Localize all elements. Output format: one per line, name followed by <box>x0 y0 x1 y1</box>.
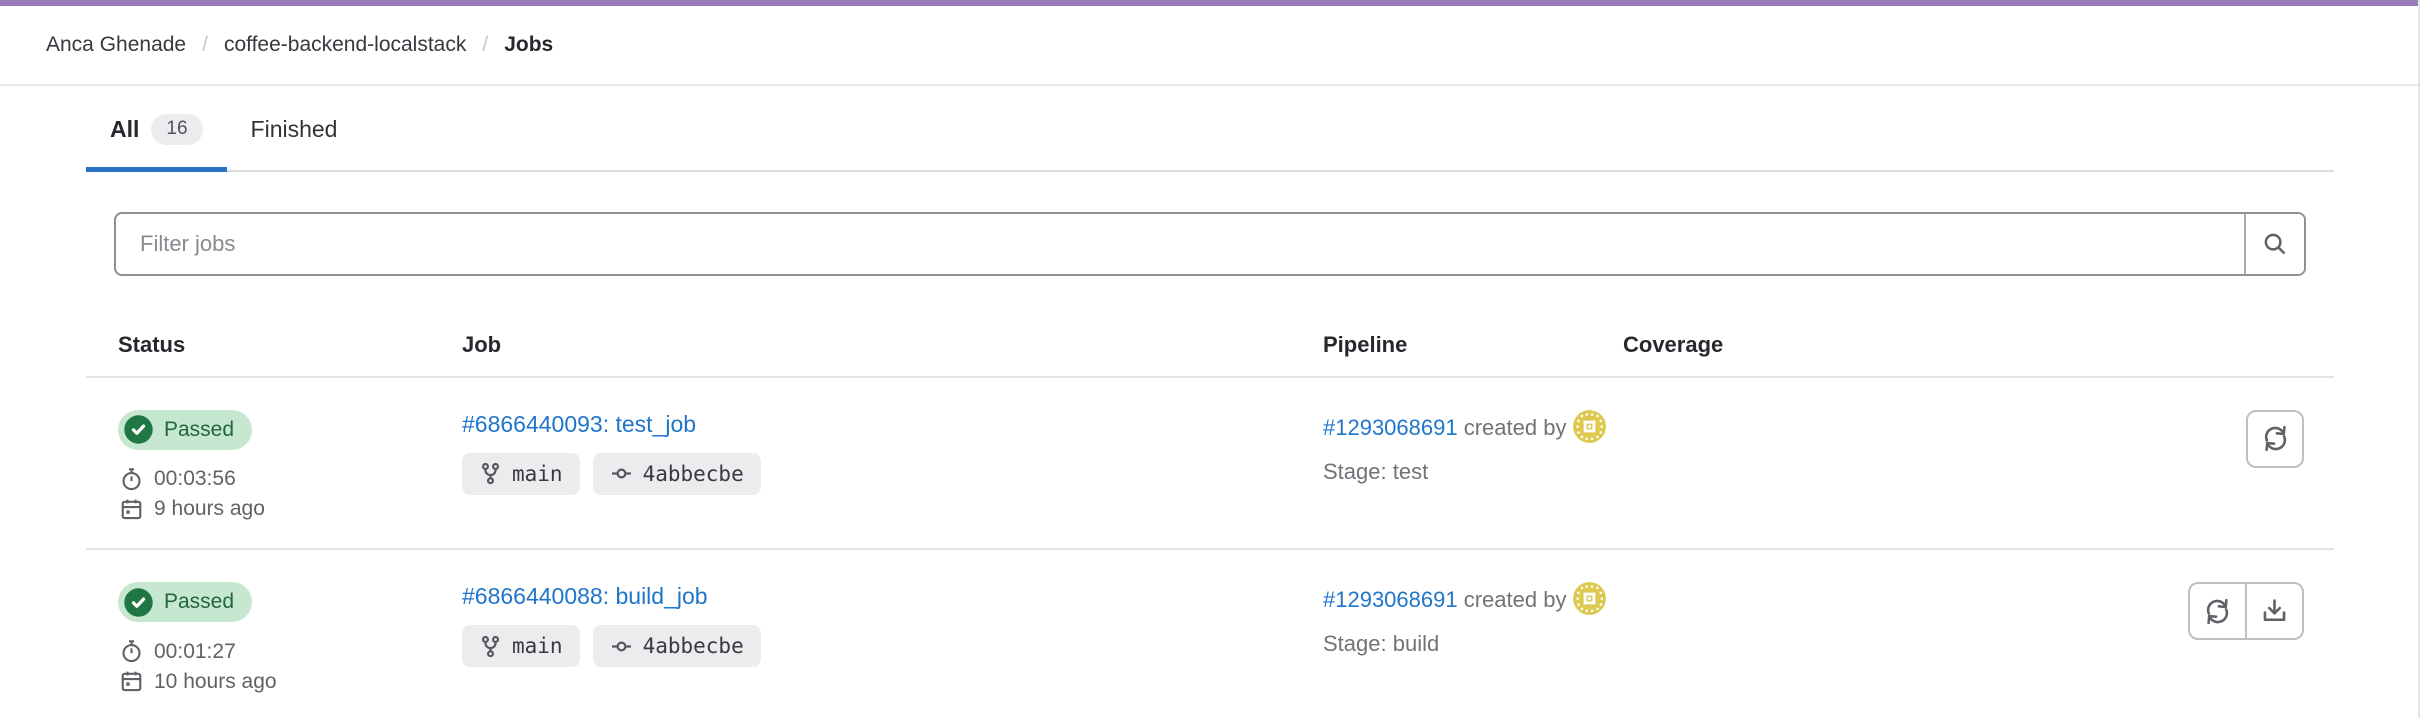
status-badge-label: Passed <box>164 590 234 614</box>
branch-name: main <box>512 462 563 486</box>
status-cell: Passed 00:01:27 <box>86 550 462 718</box>
avatar[interactable] <box>1573 582 1606 615</box>
pipeline-id-link[interactable]: #1293068691 <box>1323 415 1458 440</box>
check-circle-icon <box>123 414 154 445</box>
pipeline-info: #1293068691 created by <box>1323 582 1613 615</box>
status-badge-label: Passed <box>164 418 234 442</box>
breadcrumb-separator: / <box>202 33 208 57</box>
commit-icon <box>610 635 633 658</box>
job-cell: #6866440088: build_job main <box>462 550 1323 718</box>
breadcrumb-owner-link[interactable]: Anca Ghenade <box>46 33 186 57</box>
branch-icon <box>479 635 502 658</box>
column-header-pipeline: Pipeline <box>1323 306 1623 376</box>
breadcrumb-project-link[interactable]: coffee-backend-localstack <box>224 33 466 57</box>
calendar-icon <box>118 496 145 523</box>
pipeline-stage: Stage: test <box>1323 459 1623 485</box>
jobs-tabs: All 16 Finished <box>86 86 2334 172</box>
avatar[interactable] <box>1573 410 1606 443</box>
pipeline-stage: Stage: build <box>1323 631 1623 657</box>
commit-ref-pill[interactable]: 4abbecbe <box>593 453 761 495</box>
retry-icon <box>2202 596 2233 627</box>
search-icon <box>2260 229 2290 259</box>
search-button[interactable] <box>2244 214 2304 274</box>
breadcrumb-bar: Anca Ghenade / coffee-backend-localstack… <box>0 6 2420 86</box>
filter-jobs-input[interactable] <box>116 214 2244 274</box>
pipeline-cell: #1293068691 created by <box>1323 550 1623 718</box>
retry-job-button[interactable] <box>2188 582 2246 640</box>
job-id-link[interactable]: #6866440088: build_job <box>462 582 708 610</box>
job-age-value: 10 hours ago <box>154 667 277 697</box>
pipeline-info: #1293068691 created by <box>1323 410 1613 443</box>
branch-icon <box>479 462 502 485</box>
commit-sha: 4abbecbe <box>643 462 744 486</box>
breadcrumb-current-page: Jobs <box>504 33 553 57</box>
job-id-link[interactable]: #6866440093: test_job <box>462 410 696 438</box>
tab-all[interactable]: All 16 <box>86 86 227 172</box>
job-duration-value: 00:01:27 <box>154 637 236 667</box>
branch-name: main <box>512 634 563 658</box>
tab-finished-label: Finished <box>251 116 338 143</box>
calendar-icon <box>118 668 145 695</box>
tab-all-label: All <box>110 116 139 143</box>
branch-ref-pill[interactable]: main <box>462 453 580 495</box>
job-duration: 00:01:27 <box>118 637 462 667</box>
job-refs: main 4abbecbe <box>462 453 1323 495</box>
status-cell: Passed 00:03:56 <box>86 378 462 549</box>
timer-icon <box>118 466 145 493</box>
job-cell: #6866440093: test_job main <box>462 378 1323 549</box>
coverage-cell <box>1623 378 2100 549</box>
job-refs: main 4abbecbe <box>462 625 1323 667</box>
branch-ref-pill[interactable]: main <box>462 625 580 667</box>
coverage-cell <box>1623 550 2100 718</box>
jobs-page-content: All 16 Finished Status Job Pipel <box>86 86 2334 718</box>
job-row: Passed 00:01:27 <box>86 550 2334 718</box>
job-actions-button-group <box>2188 582 2304 697</box>
commit-ref-pill[interactable]: 4abbecbe <box>593 625 761 667</box>
tab-all-count-badge: 16 <box>151 114 202 145</box>
pipeline-cell: #1293068691 created by <box>1323 378 1623 549</box>
commit-sha: 4abbecbe <box>643 634 744 658</box>
breadcrumb: Anca Ghenade / coffee-backend-localstack… <box>46 33 553 57</box>
breadcrumb-separator: / <box>482 33 488 57</box>
status-badge-passed[interactable]: Passed <box>118 410 252 450</box>
retry-icon <box>2260 423 2291 454</box>
job-age-value: 9 hours ago <box>154 494 265 524</box>
job-age: 10 hours ago <box>118 667 462 697</box>
filter-group <box>114 212 2306 276</box>
pipeline-created-by-text: created by <box>1464 415 1567 440</box>
download-icon <box>2259 596 2290 627</box>
job-age: 9 hours ago <box>118 494 462 524</box>
jobs-table: Status Job Pipeline Coverage Passed <box>86 306 2334 718</box>
tab-finished[interactable]: Finished <box>227 86 362 172</box>
job-row: Passed 00:03:56 <box>86 378 2334 551</box>
pipeline-created-by-text: created by <box>1464 587 1567 612</box>
commit-icon <box>610 462 633 485</box>
retry-job-button[interactable] <box>2246 410 2304 468</box>
status-badge-passed[interactable]: Passed <box>118 582 252 622</box>
column-header-status: Status <box>86 306 462 376</box>
column-header-actions <box>2100 306 2334 376</box>
table-header-row: Status Job Pipeline Coverage <box>86 306 2334 378</box>
download-artifacts-button[interactable] <box>2246 582 2304 640</box>
timer-icon <box>118 638 145 665</box>
actions-cell <box>2100 550 2334 718</box>
job-duration-value: 00:03:56 <box>154 464 236 494</box>
column-header-job: Job <box>462 306 1323 376</box>
filter-section <box>114 212 2306 276</box>
pipeline-id-link[interactable]: #1293068691 <box>1323 587 1458 612</box>
column-header-coverage: Coverage <box>1623 306 2100 376</box>
check-circle-icon <box>123 587 154 618</box>
actions-cell <box>2100 378 2334 549</box>
job-duration: 00:03:56 <box>118 464 462 494</box>
